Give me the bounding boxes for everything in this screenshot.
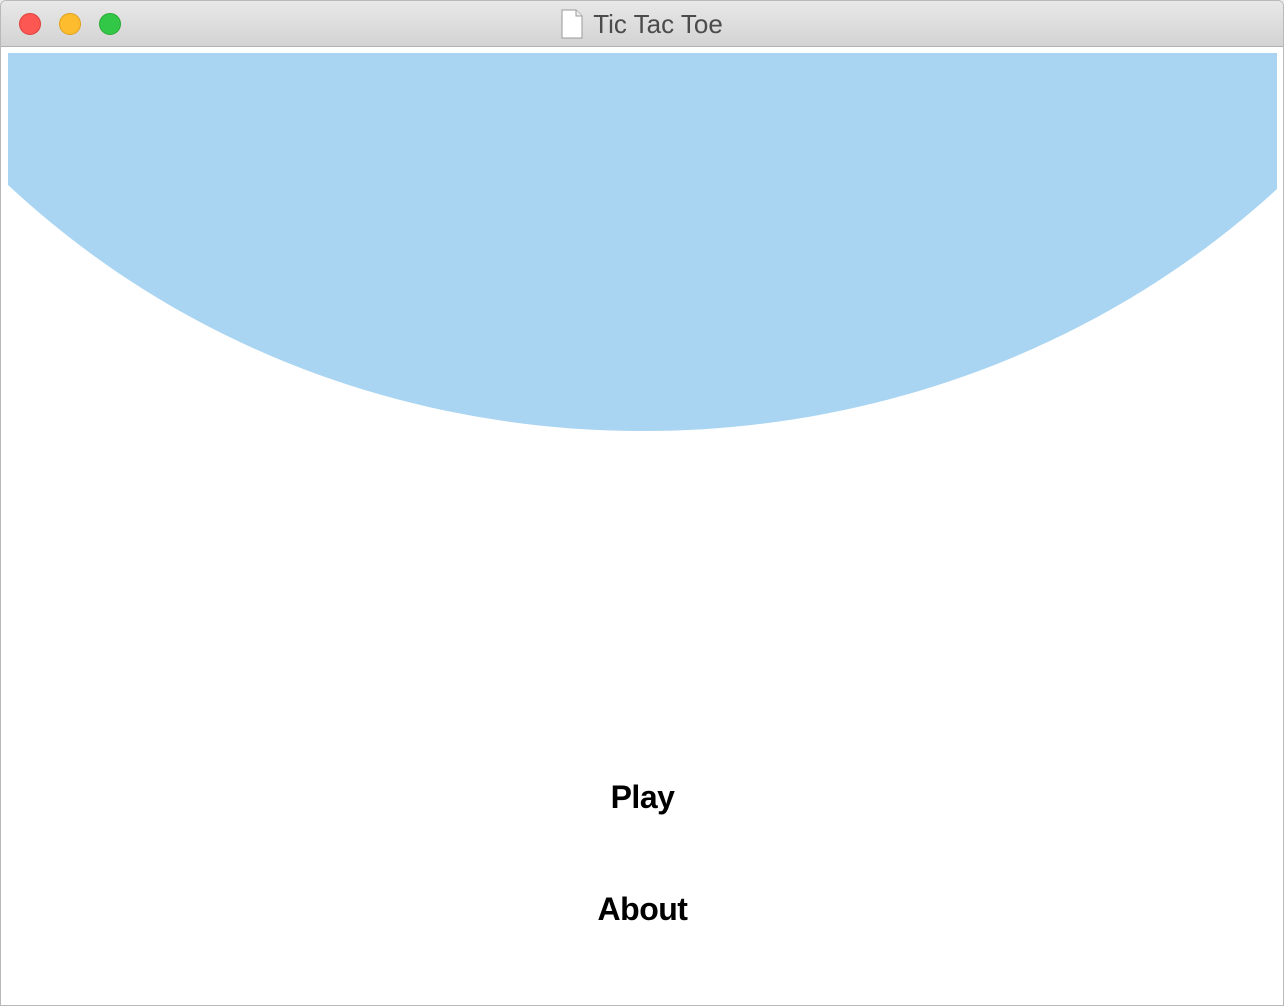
main-content: Play About xyxy=(8,53,1277,1005)
window-title: Tic Tac Toe xyxy=(593,8,723,39)
app-window: Tic Tac Toe Play About xyxy=(0,0,1284,1006)
title-group: Tic Tac Toe xyxy=(1,1,1283,46)
document-icon xyxy=(561,9,583,38)
title-bar[interactable]: Tic Tac Toe xyxy=(1,1,1283,47)
about-button[interactable]: About xyxy=(8,891,1277,928)
play-button[interactable]: Play xyxy=(8,779,1277,816)
header-banner xyxy=(8,53,1277,431)
